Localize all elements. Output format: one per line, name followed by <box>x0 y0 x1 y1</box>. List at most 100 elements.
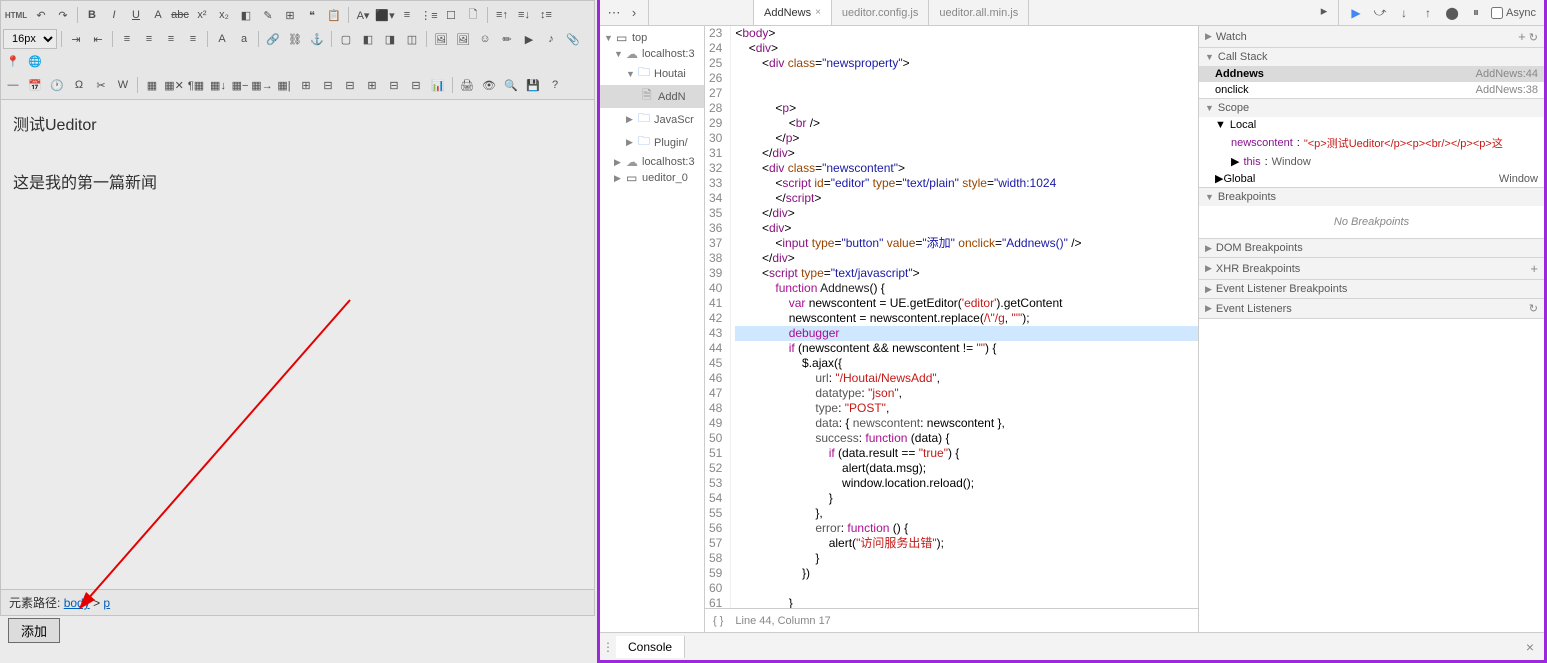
scope-section-header[interactable]: ▼Scope <box>1199 99 1544 117</box>
insertparagraphbeforetable-button[interactable]: ¶▦ <box>186 75 206 95</box>
splittocells-button[interactable]: ⊞ <box>362 75 382 95</box>
close-icon[interactable]: × <box>815 7 821 18</box>
removeformat-button[interactable]: ◧ <box>236 5 256 25</box>
simpleupload-button[interactable]: 🖼 <box>431 29 451 49</box>
lineheight-button[interactable]: ↕≡ <box>536 5 556 25</box>
charts-button[interactable]: 📊 <box>428 75 448 95</box>
justifyleft-button[interactable]: ≡ <box>117 29 137 49</box>
redo-button[interactable]: ↷ <box>53 5 73 25</box>
indent-button[interactable]: ⇥ <box>66 29 86 49</box>
attachment-button[interactable]: 📎 <box>563 29 583 49</box>
justifyright-button[interactable]: ≡ <box>161 29 181 49</box>
drafts-button[interactable]: 💾 <box>523 75 543 95</box>
resume-icon[interactable]: ▶ <box>1347 4 1365 22</box>
path-body-link[interactable]: body <box>64 596 90 610</box>
code-tab-addnews[interactable]: AddNews× <box>754 0 832 25</box>
tree-ueditor0[interactable]: ▶▭ueditor_0 <box>600 170 704 186</box>
event-breakpoints-header[interactable]: ▶Event Listener Breakpoints <box>1199 280 1544 298</box>
add-xhr-bp-icon[interactable]: + <box>1530 261 1538 276</box>
unlink-button[interactable]: ⛓ <box>285 29 305 49</box>
editor-content[interactable]: 测试Ueditor 这是我的第一篇新闻 <box>0 100 595 590</box>
scope-local[interactable]: ▼Local <box>1199 117 1544 133</box>
fontsize-select[interactable]: 16px <box>3 29 57 49</box>
code-editor[interactable]: 2324252627282930313233343536373839404142… <box>705 26 1198 608</box>
scope-global[interactable]: ▶GlobalWindow <box>1199 170 1544 187</box>
insertvideo-button[interactable]: ▶ <box>519 29 539 49</box>
snapscreen-button[interactable]: ✂ <box>91 75 111 95</box>
watch-section-header[interactable]: ▶Watch + ↻ <box>1199 26 1544 47</box>
spechars-button[interactable]: Ω <box>69 75 89 95</box>
cleardoc-button[interactable]: 🗋 <box>463 5 483 25</box>
imageleft-button[interactable]: ◧ <box>358 29 378 49</box>
step-over-icon[interactable]: ⤻ <box>1371 4 1389 22</box>
formatmatch-button[interactable]: ✎ <box>258 5 278 25</box>
scrawl-button[interactable]: ✏ <box>497 29 517 49</box>
pasteplain-button[interactable]: 📋 <box>324 5 344 25</box>
var-this[interactable]: ▶this: Window <box>1199 153 1544 170</box>
print-button[interactable]: 🖨 <box>457 75 477 95</box>
dom-breakpoints-header[interactable]: ▶DOM Breakpoints <box>1199 239 1544 257</box>
step-into-icon[interactable]: ↓ <box>1395 4 1413 22</box>
tolowercase-button[interactable]: a <box>234 29 254 49</box>
rowspacingbottom-button[interactable]: ≡↓ <box>514 5 534 25</box>
imageright-button[interactable]: ◨ <box>380 29 400 49</box>
undo-button[interactable]: ↶ <box>31 5 51 25</box>
rowspacingtop-button[interactable]: ≡↑ <box>492 5 512 25</box>
format-icon[interactable]: { } <box>713 615 723 627</box>
refresh-icon[interactable]: ↻ <box>1529 32 1538 44</box>
splittocols-button[interactable]: ⊟ <box>406 75 426 95</box>
horizontal-button[interactable]: — <box>3 75 23 95</box>
tree-localhost2[interactable]: ▶☁localhost:3 <box>600 154 704 170</box>
dots-menu-icon[interactable]: ⋯ <box>606 5 622 21</box>
inserttable-button[interactable]: ▦ <box>142 75 162 95</box>
deletetable-button[interactable]: ▦✕ <box>164 75 184 95</box>
gmap-button[interactable]: 🌐 <box>25 51 45 71</box>
refresh-listeners-icon[interactable]: ↻ <box>1529 302 1538 315</box>
wordimage-button[interactable]: W <box>113 75 133 95</box>
pause-exceptions-icon[interactable]: ⏸ <box>1467 4 1485 22</box>
mergedown-button[interactable]: ⊟ <box>340 75 360 95</box>
async-checkbox[interactable]: Async <box>1491 7 1536 19</box>
mergeright-button[interactable]: ⊟ <box>318 75 338 95</box>
splittorows-button[interactable]: ⊟ <box>384 75 404 95</box>
italic-button[interactable]: I <box>104 5 124 25</box>
imagenone-button[interactable]: ▢ <box>336 29 356 49</box>
add-watch-icon[interactable]: + <box>1518 29 1526 44</box>
link-button[interactable]: 🔗 <box>263 29 283 49</box>
tree-top[interactable]: ▼▭top <box>600 30 704 46</box>
deactivate-bp-icon[interactable]: ⬤ <box>1443 4 1461 22</box>
blockquote-button[interactable]: ❝ <box>302 5 322 25</box>
help-button[interactable]: ? <box>545 75 565 95</box>
tree-addnews[interactable]: 🗎AddN <box>600 85 704 108</box>
deletecol-button[interactable]: ▦| <box>274 75 294 95</box>
justifycenter-button[interactable]: ≡ <box>139 29 159 49</box>
xhr-breakpoints-header[interactable]: ▶XHR Breakpoints+ <box>1199 258 1544 279</box>
music-button[interactable]: ♪ <box>541 29 561 49</box>
insertcol-button[interactable]: ▦→ <box>252 75 272 95</box>
drawer-close-icon[interactable]: × <box>1516 639 1544 655</box>
chevron-right-icon[interactable]: › <box>626 5 642 21</box>
superscript-button[interactable]: x² <box>192 5 212 25</box>
bold-button[interactable]: B <box>82 5 102 25</box>
tree-houtai[interactable]: ▼🗀Houtai <box>600 62 704 85</box>
code-tab-config[interactable]: ueditor.config.js <box>832 0 929 25</box>
deleterow-button[interactable]: ▦− <box>230 75 250 95</box>
insertimage-button[interactable]: 🖼 <box>453 29 473 49</box>
callstack-frame-addnews[interactable]: AddnewsAddNews:44 <box>1199 66 1544 82</box>
subscript-button[interactable]: x₂ <box>214 5 234 25</box>
strikethrough-button[interactable]: abc <box>170 5 190 25</box>
tree-localhost1[interactable]: ▼☁localhost:3 <box>600 46 704 62</box>
tabs-overflow-icon[interactable]: ▸ <box>1316 3 1332 19</box>
html-source-button[interactable]: HTML <box>3 5 29 25</box>
imagecenter-button[interactable]: ◫ <box>402 29 422 49</box>
autotypeset-button[interactable]: ⊞ <box>280 5 300 25</box>
event-listeners-header[interactable]: ▶Event Listeners↻ <box>1199 299 1544 318</box>
justifyjustify-button[interactable]: ≡ <box>183 29 203 49</box>
path-p-link[interactable]: p <box>103 596 110 610</box>
searchreplace-button[interactable]: 🔍 <box>501 75 521 95</box>
preview-button[interactable]: 👁 <box>479 75 499 95</box>
breakpoints-section-header[interactable]: ▼Breakpoints <box>1199 188 1544 206</box>
code-tab-allmin[interactable]: ueditor.all.min.js <box>929 0 1029 25</box>
emotion-button[interactable]: ☺ <box>475 29 495 49</box>
mergecells-button[interactable]: ⊞ <box>296 75 316 95</box>
